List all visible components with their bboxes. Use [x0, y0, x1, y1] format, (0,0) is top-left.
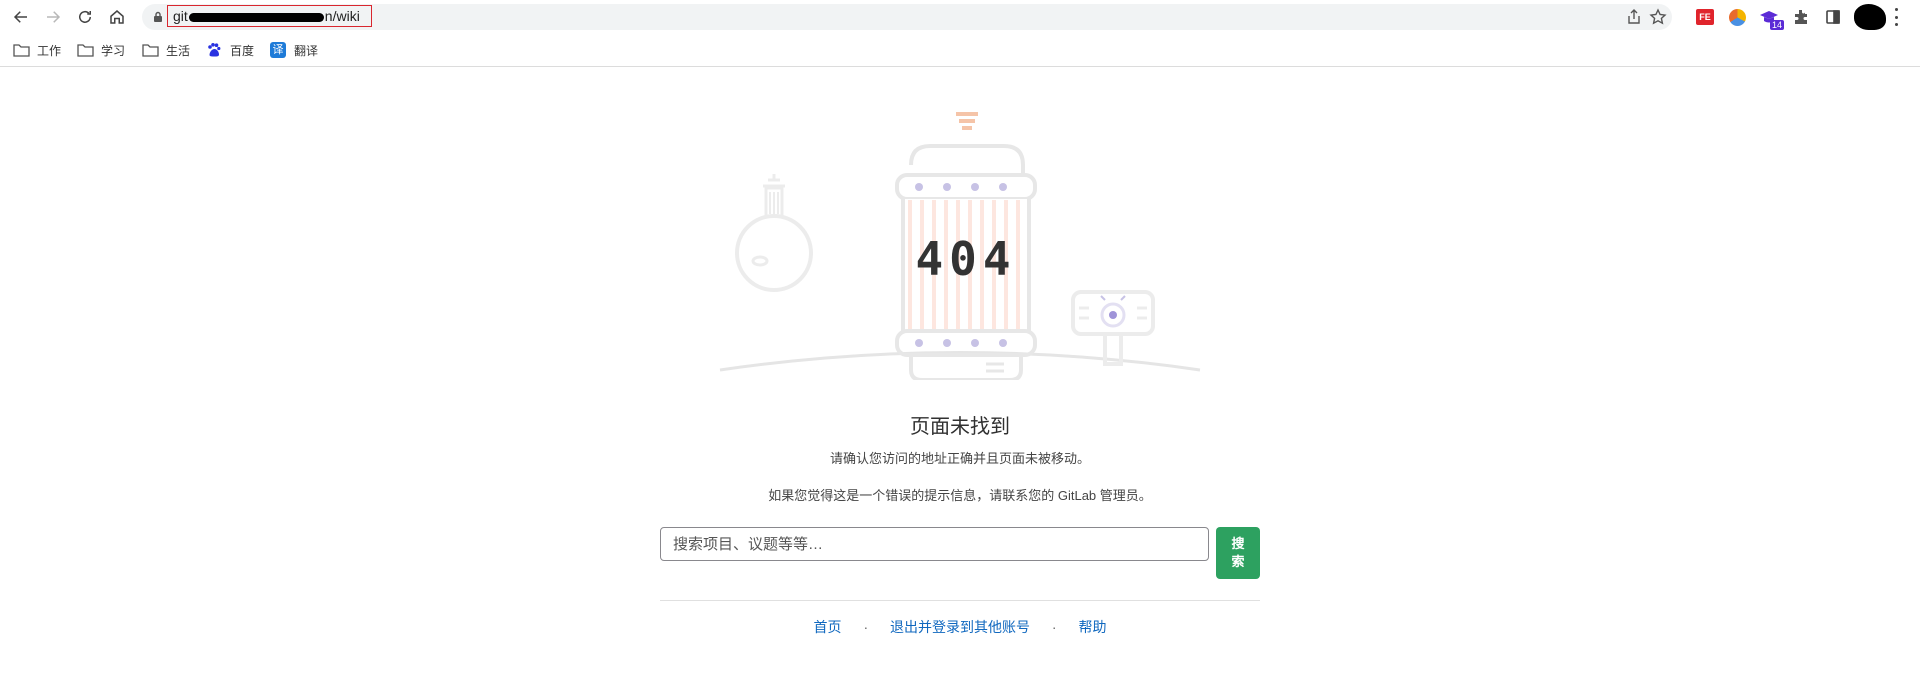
extension-badge: 14: [1769, 20, 1784, 30]
page-title: 页面未找到: [910, 416, 1010, 438]
url-prefix: git: [173, 8, 188, 24]
translate-icon: 译: [269, 42, 287, 58]
signpost-illustration: [1071, 290, 1155, 366]
folder-icon: [76, 42, 94, 58]
baidu-paw-icon: [205, 42, 223, 58]
profile-avatar[interactable]: [1854, 4, 1886, 30]
search-input[interactable]: [660, 527, 1209, 561]
separator: ·: [1051, 619, 1057, 635]
lock-icon: [154, 11, 162, 22]
puzzle-extensions-icon[interactable]: [1790, 6, 1812, 28]
arrow-left-icon: [13, 11, 27, 23]
url-text[interactable]: git n/wiki: [167, 5, 372, 27]
translate-extension-icon[interactable]: FE: [1694, 6, 1716, 28]
color-ball-extension-icon[interactable]: [1726, 6, 1748, 28]
arrow-right-icon: [47, 11, 61, 23]
bookmark-label: 工作: [37, 43, 62, 58]
help-link[interactable]: 帮助: [1078, 619, 1106, 635]
graduation-extension-icon[interactable]: 14: [1758, 6, 1784, 30]
footer-links: 首页 · 退出并登录到其他账号 · 帮助: [0, 617, 1920, 637]
bookmark-translate[interactable]: 译 翻译: [269, 40, 318, 60]
bookmark-label: 学习: [101, 43, 126, 58]
bookmark-work[interactable]: 工作: [12, 40, 61, 60]
error-code: 404: [915, 232, 1016, 286]
address-bar[interactable]: git n/wiki: [142, 4, 1672, 30]
bookmark-label: 翻译: [294, 43, 319, 58]
bookmark-label: 百度: [230, 43, 255, 58]
switch-account-link[interactable]: 退出并登录到其他账号: [890, 619, 1030, 635]
separator: ·: [863, 619, 869, 635]
browser-toolbar: git n/wiki FE 14: [0, 0, 1920, 34]
reload-icon: [79, 10, 91, 23]
share-icon[interactable]: [1625, 8, 1643, 26]
bookmark-life[interactable]: 生活: [141, 40, 190, 60]
folder-icon: [141, 42, 159, 58]
reload-button[interactable]: [73, 5, 97, 29]
capsule-illustration: 404: [895, 112, 1037, 380]
bookmark-baidu[interactable]: 百度: [205, 40, 254, 60]
bookmarks-bar: 工作 学习 生活 百度 译 翻译: [0, 34, 1920, 67]
error-illustration: 404: [719, 112, 1201, 380]
browser-menu-button[interactable]: [1893, 8, 1899, 26]
url-suffix: n/wiki: [324, 8, 360, 24]
search-button[interactable]: 搜索: [1216, 527, 1260, 579]
home-button[interactable]: [105, 5, 129, 29]
forward-button[interactable]: [41, 5, 65, 29]
home-link[interactable]: 首页: [814, 619, 842, 635]
star-icon[interactable]: [1649, 8, 1667, 26]
error-description: 请确认您访问的地址正确并且页面未被移动。: [829, 451, 1090, 466]
bookmark-study[interactable]: 学习: [76, 40, 125, 60]
url-redaction: [188, 12, 324, 22]
contact-admin-text: 如果您觉得这是一个错误的提示信息，请联系您的 GitLab 管理员。: [768, 488, 1152, 503]
back-button[interactable]: [9, 5, 33, 29]
divider: [660, 600, 1260, 601]
folder-icon: [12, 42, 30, 58]
bookmark-label: 生活: [166, 43, 191, 58]
home-icon: [110, 10, 124, 24]
side-panel-icon[interactable]: [1822, 6, 1844, 28]
planet-illustration: [735, 174, 813, 292]
